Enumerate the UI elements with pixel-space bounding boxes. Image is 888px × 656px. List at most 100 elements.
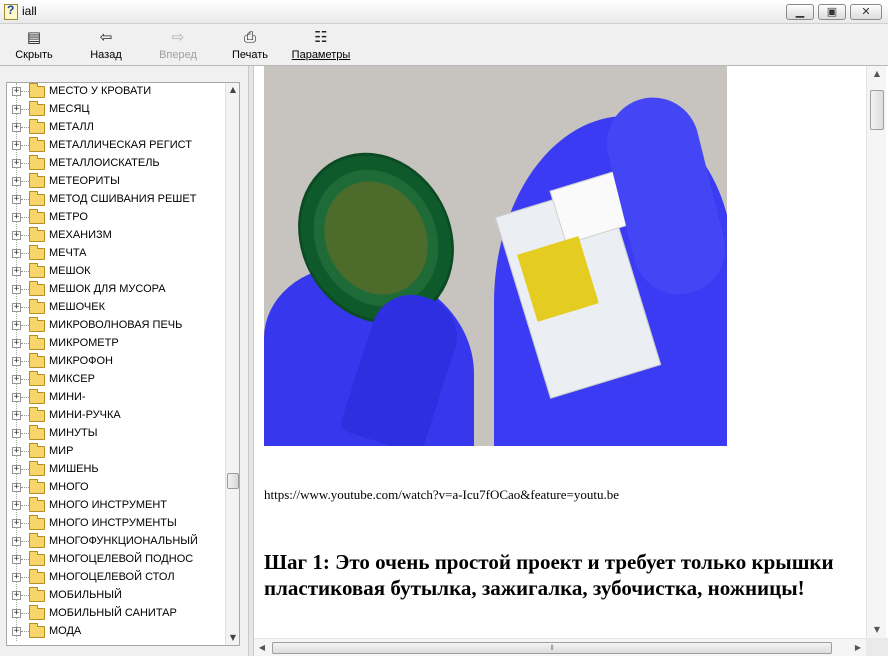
expand-plus-icon[interactable]: +	[12, 393, 21, 402]
tree-item[interactable]: + МЕШОЧЕК	[7, 299, 225, 317]
expand-plus-icon[interactable]: +	[12, 591, 21, 600]
tree-item[interactable]: + МЕЧТА	[7, 245, 225, 263]
tree-item[interactable]: + МЕТЕОРИТЫ	[7, 173, 225, 191]
tree-item[interactable]: + МНОГО ИНСТРУМЕНТ	[7, 497, 225, 515]
contents-tree-pane: + МЕСТО У КРОВАТИ + МЕСЯЦ + МЕТАЛЛ + МЕТАЛЛИЧЕС…	[6, 82, 240, 646]
expand-plus-icon[interactable]: +	[12, 465, 21, 474]
expand-plus-icon[interactable]: +	[12, 609, 21, 618]
expand-plus-icon[interactable]: +	[12, 375, 21, 384]
expand-plus-icon[interactable]: +	[12, 483, 21, 492]
tree-item[interactable]: + МИР	[7, 443, 225, 461]
folder-icon	[29, 569, 45, 584]
tree-item[interactable]: + МНОГОЦЕЛЕВОЙ ПОДНОС	[7, 551, 225, 569]
tree-item[interactable]: + МИШЕНЬ	[7, 461, 225, 479]
expand-plus-icon[interactable]: +	[12, 303, 21, 312]
expand-plus-icon[interactable]: +	[12, 159, 21, 168]
content-scroll-down-button[interactable]: ▼	[867, 622, 887, 638]
tree-item[interactable]: + МИКСЕР	[7, 371, 225, 389]
expand-plus-icon[interactable]: +	[12, 249, 21, 258]
back-button[interactable]: ⇦ Назад	[88, 28, 124, 61]
content-hscroll-thumb[interactable]: ⦀	[272, 642, 832, 654]
tree-vertical-scrollbar[interactable]: ▲ ▼	[225, 83, 239, 645]
tree-item[interactable]: + МЕТОД СШИВАНИЯ РЕШЕТ	[7, 191, 225, 209]
folder-icon	[29, 281, 45, 296]
tree-item[interactable]: + МИНУТЫ	[7, 425, 225, 443]
expand-plus-icon[interactable]: +	[12, 267, 21, 276]
tree-item[interactable]: + МЕТАЛЛИЧЕСКАЯ РЕГИСТ	[7, 137, 225, 155]
video-url-link[interactable]: https://www.youtube.com/watch?v=a-Icu7fO…	[264, 487, 619, 503]
tree-item[interactable]: + МИНИ-РУЧКА	[7, 407, 225, 425]
expand-plus-icon[interactable]: +	[12, 447, 21, 456]
expand-plus-icon[interactable]: +	[12, 555, 21, 564]
tree-scroll-up-button[interactable]: ▲	[226, 83, 239, 97]
expand-plus-icon[interactable]: +	[12, 429, 21, 438]
expand-plus-icon[interactable]: +	[12, 231, 21, 240]
tree-item[interactable]: + МНОГОЦЕЛЕВОЙ СТОЛ	[7, 569, 225, 587]
tree-item[interactable]: + МЕСЯЦ	[7, 101, 225, 119]
tree-item[interactable]: + МОБИЛЬНЫЙ	[7, 587, 225, 605]
forward-button[interactable]: ⇨ Вперед	[158, 28, 198, 61]
expand-plus-icon[interactable]: +	[12, 411, 21, 420]
tree-connector-line	[21, 469, 29, 470]
tree-item[interactable]: + МИКРОМЕТР	[7, 335, 225, 353]
tree-item[interactable]: + МИКРОФОН	[7, 353, 225, 371]
folder-icon	[29, 497, 45, 512]
tree-scroll-thumb[interactable]	[227, 473, 239, 489]
expand-plus-icon[interactable]: +	[12, 285, 21, 294]
expand-plus-icon[interactable]: +	[12, 213, 21, 222]
folder-icon	[29, 425, 45, 440]
step-heading: Шаг 1: Это очень простой проект и требуе…	[264, 550, 834, 600]
content-scroll-left-button[interactable]: ◀	[254, 639, 270, 656]
tree-item[interactable]: + МЕТРО	[7, 209, 225, 227]
expand-plus-icon[interactable]: +	[12, 195, 21, 204]
options-button[interactable]: ☷ Параметры	[290, 28, 352, 61]
tree-connector-line	[21, 451, 29, 452]
tree-connector-line	[21, 397, 29, 398]
expand-plus-icon[interactable]: +	[12, 123, 21, 132]
expand-plus-icon[interactable]: +	[12, 519, 21, 528]
tree-scroll-down-button[interactable]: ▼	[226, 631, 239, 645]
tree-connector-line	[21, 343, 29, 344]
expand-plus-icon[interactable]: +	[12, 357, 21, 366]
tree-item[interactable]: + МИКРОВОЛНОВАЯ ПЕЧЬ	[7, 317, 225, 335]
tree-item[interactable]: + МИНИ-	[7, 389, 225, 407]
expand-plus-icon[interactable]: +	[12, 141, 21, 150]
tree-item[interactable]: + МНОГОФУНКЦИОНАЛЬНЫЙ	[7, 533, 225, 551]
tree-item-label: МНОГО ИНСТРУМЕНТ	[49, 499, 168, 511]
tree-item[interactable]: + МОДА	[7, 623, 225, 641]
tree-item[interactable]: + МЕХАНИЗМ	[7, 227, 225, 245]
content-horizontal-scrollbar[interactable]: ◀ ⦀ ▶	[254, 638, 866, 656]
print-button[interactable]: ⎙ Печать	[231, 28, 269, 61]
tree-item[interactable]: + МЕТАЛЛ	[7, 119, 225, 137]
options-icon: ☷	[314, 28, 328, 46]
expand-plus-icon[interactable]: +	[12, 321, 21, 330]
contents-tree: + МЕСТО У КРОВАТИ + МЕСЯЦ + МЕТАЛЛ + МЕТАЛЛИЧЕС…	[7, 83, 225, 641]
content-scroll-right-button[interactable]: ▶	[850, 639, 866, 656]
content-scroll-thumb[interactable]	[870, 90, 884, 130]
tree-item[interactable]: + МЕСТО У КРОВАТИ	[7, 83, 225, 101]
content-scroll-up-button[interactable]: ▲	[867, 66, 887, 82]
maximize-button[interactable]: ▣	[818, 4, 846, 20]
folder-icon	[29, 587, 45, 602]
minimize-button[interactable]: ▁	[786, 4, 814, 20]
expand-plus-icon[interactable]: +	[12, 627, 21, 636]
content-vertical-scrollbar[interactable]: ▲ ▼	[866, 66, 886, 638]
tree-connector-line	[21, 91, 29, 92]
tree-item[interactable]: + МНОГО	[7, 479, 225, 497]
expand-plus-icon[interactable]: +	[12, 105, 21, 114]
tree-item[interactable]: + МЕШОК ДЛЯ МУСОРА	[7, 281, 225, 299]
tree-connector-line	[21, 487, 29, 488]
folder-icon	[29, 443, 45, 458]
close-button[interactable]: ✕	[850, 4, 882, 20]
expand-plus-icon[interactable]: +	[12, 177, 21, 186]
tree-item[interactable]: + МЕТАЛЛОИСКАТЕЛЬ	[7, 155, 225, 173]
tree-item[interactable]: + МЕШОК	[7, 263, 225, 281]
tree-item[interactable]: + МОБИЛЬНЫЙ САНИТАР	[7, 605, 225, 623]
expand-plus-icon[interactable]: +	[12, 537, 21, 546]
tree-item[interactable]: + МНОГО ИНСТРУМЕНТЫ	[7, 515, 225, 533]
expand-plus-icon[interactable]: +	[12, 501, 21, 510]
expand-plus-icon[interactable]: +	[12, 87, 21, 96]
hide-button[interactable]: ▤ Скрыть	[14, 28, 54, 61]
expand-plus-icon[interactable]: +	[12, 573, 21, 582]
expand-plus-icon[interactable]: +	[12, 339, 21, 348]
